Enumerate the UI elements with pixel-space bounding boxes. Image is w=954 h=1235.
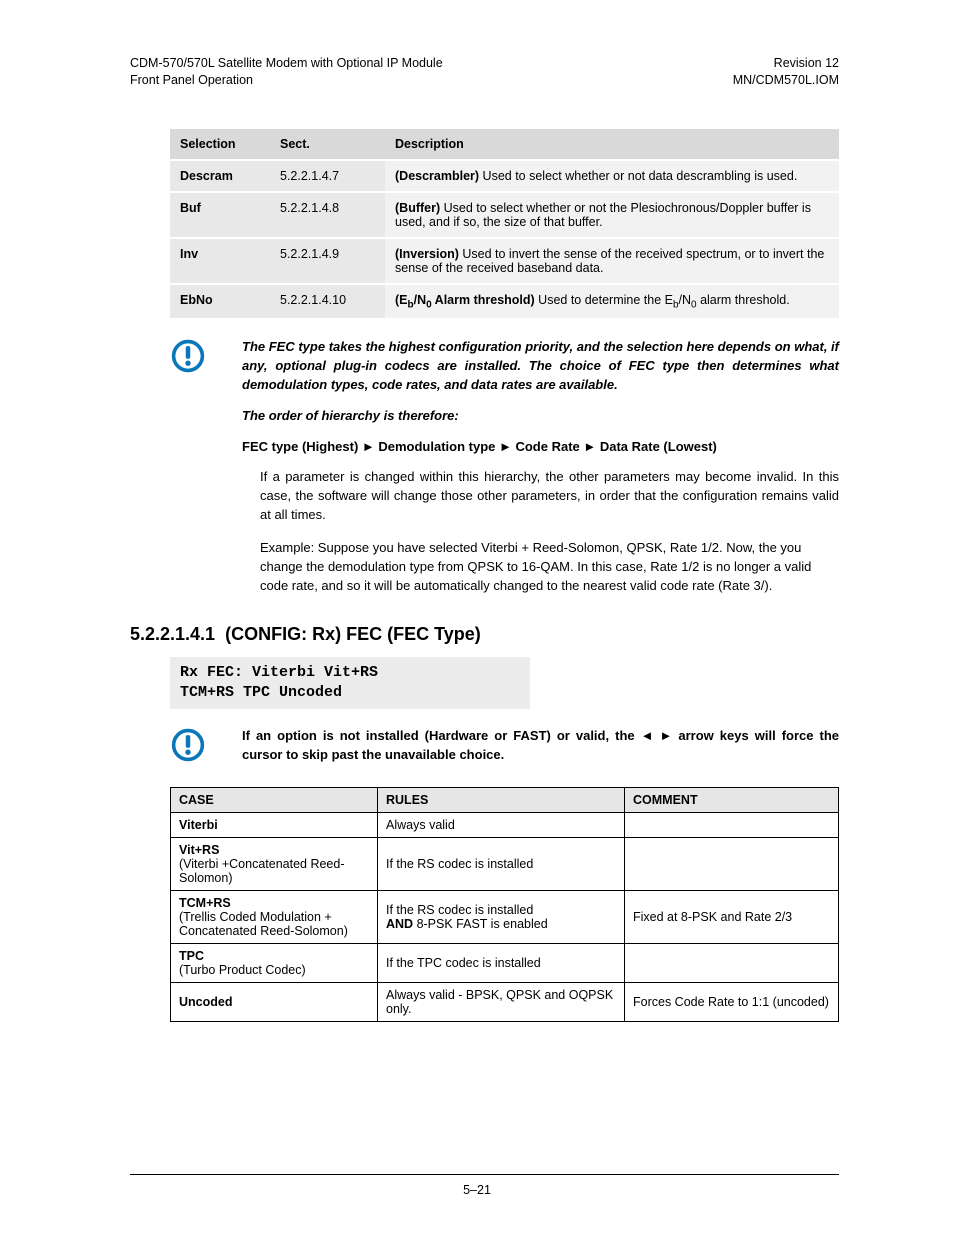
- note1-p1: The FEC type takes the highest configura…: [242, 338, 839, 395]
- alert-icon: [130, 727, 242, 766]
- cell-selection: Descram: [170, 160, 270, 192]
- cell-selection: Inv: [170, 238, 270, 284]
- page-header: CDM-570/570L Satellite Modem with Option…: [130, 55, 839, 89]
- th-rules: RULES: [378, 787, 625, 812]
- cell-desc: (Inversion) Used to invert the sense of …: [385, 238, 839, 284]
- cell-desc: (Buffer) Used to select whether or not t…: [385, 192, 839, 238]
- header-left-line2: Front Panel Operation: [130, 72, 443, 89]
- alert-icon: [130, 338, 242, 377]
- cell-rules: If the TPC codec is installed: [378, 943, 625, 982]
- important-note-2: If an option is not installed (Hardware …: [130, 727, 839, 777]
- case-rules-table: CASE RULES COMMENT Viterbi Always valid …: [170, 787, 839, 1022]
- table-row: Descram 5.2.2.1.4.7 (Descrambler) Used t…: [170, 160, 839, 192]
- cell-rules: If the RS codec is installed: [378, 837, 625, 890]
- th-selection: Selection: [170, 129, 270, 160]
- cell-comment: [625, 837, 839, 890]
- cell-rules: Always valid - BPSK, QPSK and OQPSK only…: [378, 982, 625, 1021]
- lcd-line2: TCM+RS TPC Uncoded: [180, 683, 520, 703]
- table-row: TCM+RS(Trellis Coded Modulation + Concat…: [171, 890, 839, 943]
- th-comment: COMMENT: [625, 787, 839, 812]
- cell-case: Viterbi: [171, 812, 378, 837]
- note2-text: If an option is not installed (Hardware …: [242, 727, 839, 765]
- cell-comment: [625, 812, 839, 837]
- important-note-1: The FEC type takes the highest configura…: [130, 338, 839, 468]
- cell-comment: [625, 943, 839, 982]
- cell-case: TCM+RS(Trellis Coded Modulation + Concat…: [171, 890, 378, 943]
- th-description: Description: [385, 129, 839, 160]
- table-row: Buf 5.2.2.1.4.8 (Buffer) Used to select …: [170, 192, 839, 238]
- cell-sect: 5.2.2.1.4.10: [270, 284, 385, 320]
- th-sect: Sect.: [270, 129, 385, 160]
- cell-selection: Buf: [170, 192, 270, 238]
- th-case: CASE: [171, 787, 378, 812]
- cell-sect: 5.2.2.1.4.7: [270, 160, 385, 192]
- table-row: Viterbi Always valid: [171, 812, 839, 837]
- table-row: Inv 5.2.2.1.4.9 (Inversion) Used to inve…: [170, 238, 839, 284]
- cell-desc: (Eb/N0 Alarm threshold) Used to determin…: [385, 284, 839, 320]
- note1-p3: FEC type (Highest) ► Demodulation type ►…: [242, 438, 839, 457]
- header-left-line1: CDM-570/570L Satellite Modem with Option…: [130, 55, 443, 72]
- table-row: TPC(Turbo Product Codec) If the TPC code…: [171, 943, 839, 982]
- cell-case: Uncoded: [171, 982, 378, 1021]
- body-p2: Example: Suppose you have selected Viter…: [260, 539, 839, 596]
- cell-rules: Always valid: [378, 812, 625, 837]
- note1-p2: The order of hierarchy is therefore:: [242, 407, 839, 426]
- body-p1: If a parameter is changed within this hi…: [260, 468, 839, 525]
- cell-case: TPC(Turbo Product Codec): [171, 943, 378, 982]
- cell-comment: Forces Code Rate to 1:1 (uncoded): [625, 982, 839, 1021]
- cell-comment: Fixed at 8-PSK and Rate 2/3: [625, 890, 839, 943]
- page-number: 5–21: [463, 1183, 491, 1197]
- lcd-line1: Rx FEC: Viterbi Vit+RS: [180, 663, 520, 683]
- table-row: Vit+RS(Viterbi +Concatenated Reed-Solomo…: [171, 837, 839, 890]
- cell-desc: (Descrambler) Used to select whether or …: [385, 160, 839, 192]
- header-right-line1: Revision 12: [733, 55, 839, 72]
- cell-sect: 5.2.2.1.4.9: [270, 238, 385, 284]
- cell-rules: If the RS codec is installedAND 8-PSK FA…: [378, 890, 625, 943]
- cell-case: Vit+RS(Viterbi +Concatenated Reed-Solomo…: [171, 837, 378, 890]
- lcd-display: Rx FEC: Viterbi Vit+RS TCM+RS TPC Uncode…: [170, 657, 530, 710]
- table-row: Uncoded Always valid - BPSK, QPSK and OQ…: [171, 982, 839, 1021]
- cell-sect: 5.2.2.1.4.8: [270, 192, 385, 238]
- section-heading: 5.2.2.1.4.1 (CONFIG: Rx) FEC (FEC Type): [130, 624, 839, 645]
- selection-table: Selection Sect. Description Descram 5.2.…: [170, 129, 839, 321]
- cell-selection: EbNo: [170, 284, 270, 320]
- table-row: EbNo 5.2.2.1.4.10 (Eb/N0 Alarm threshold…: [170, 284, 839, 320]
- header-right-line2: MN/CDM570L.IOM: [733, 72, 839, 89]
- page-footer: 5–21: [0, 1174, 954, 1197]
